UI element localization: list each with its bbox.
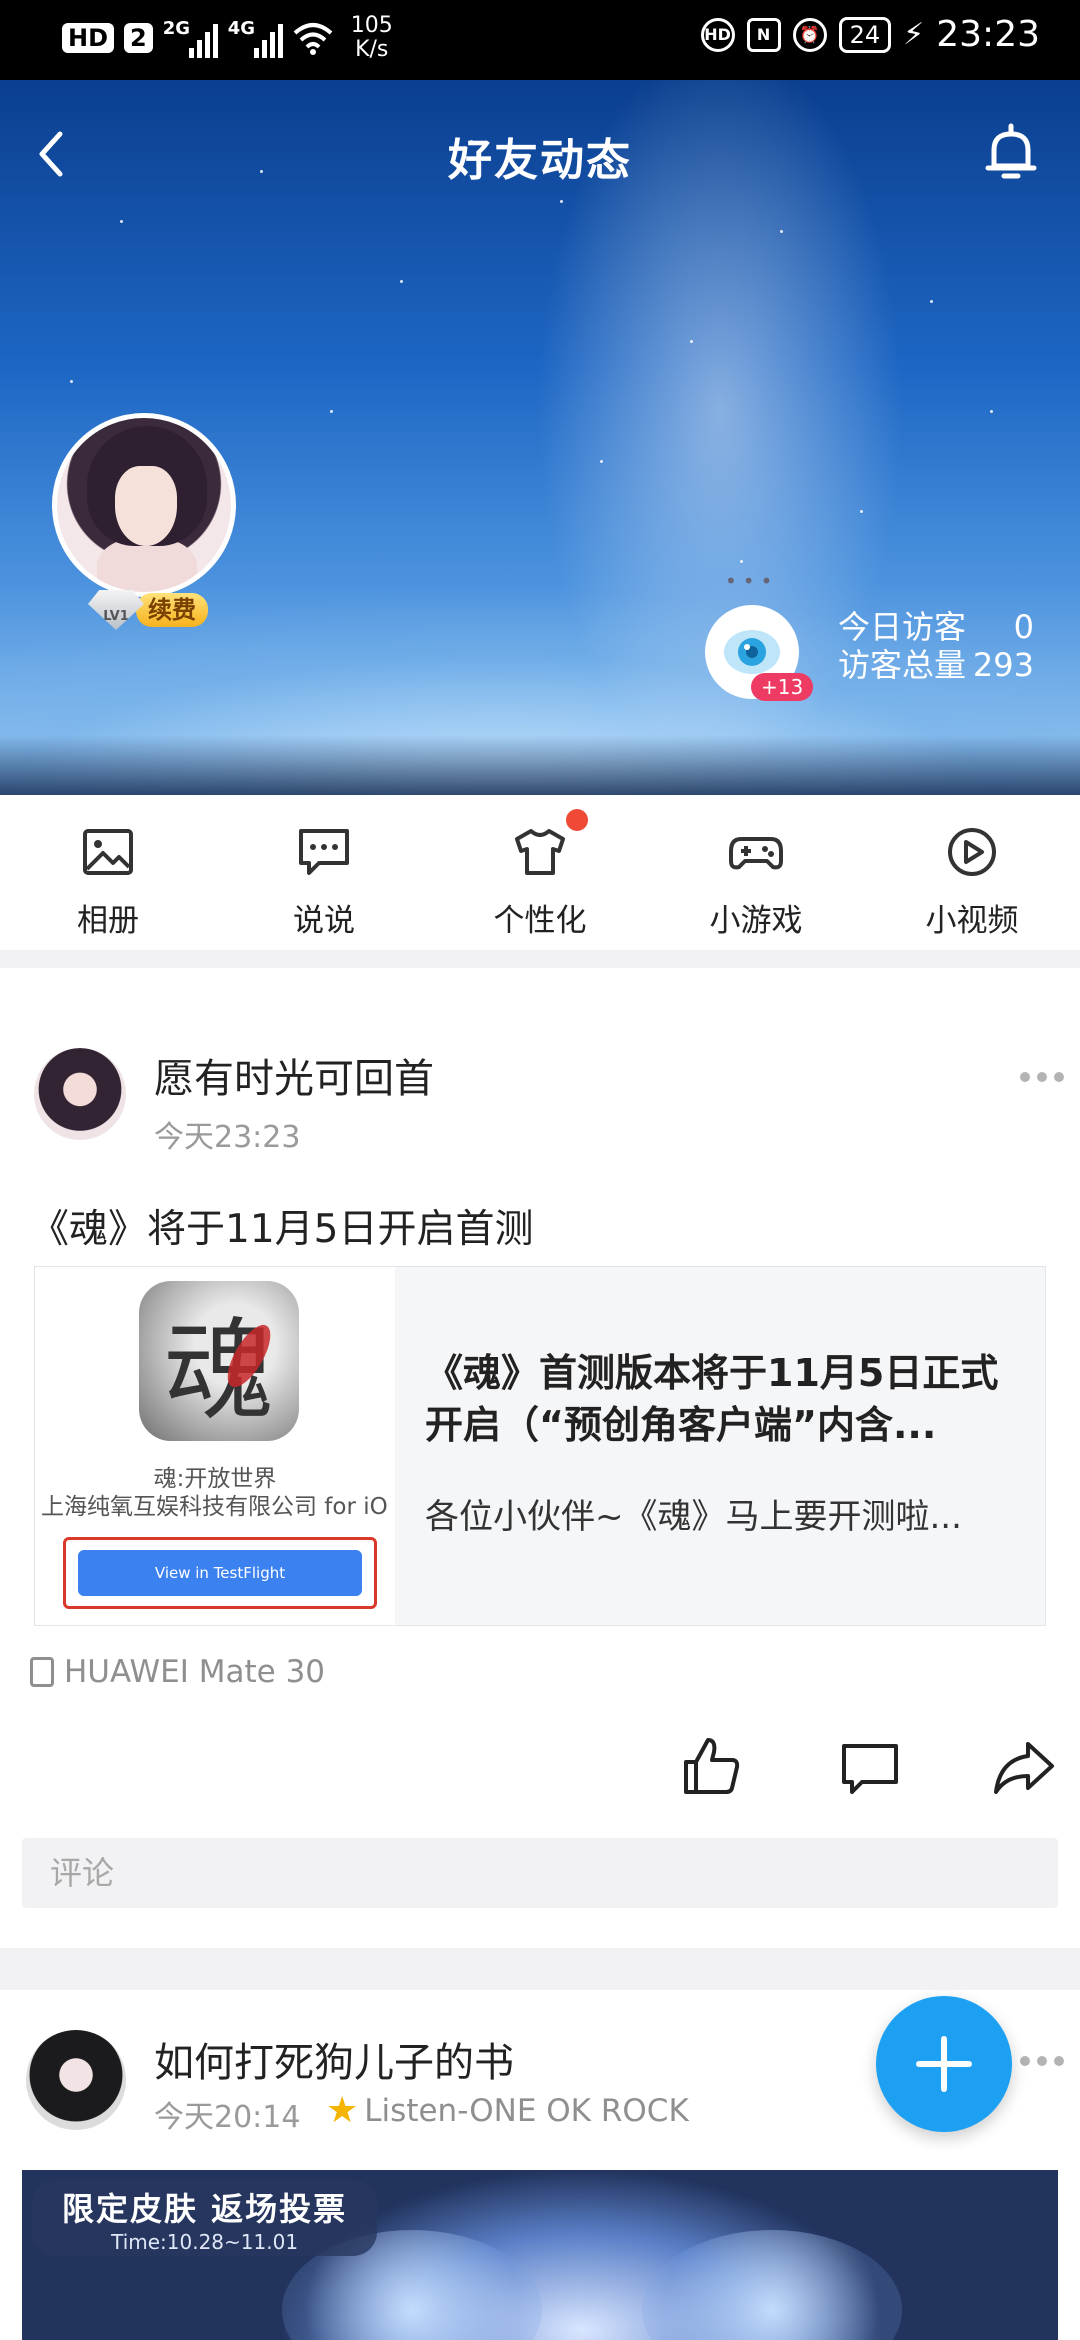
card-thumbnail: 魂 魂:开放世界 上海纯氧互娱科技有限公司 for iO View in Tes… <box>35 1267 395 1625</box>
notification-bell-icon[interactable] <box>976 118 1046 188</box>
section-divider <box>0 950 1080 968</box>
post-author-name[interactable]: 如何打死狗儿子的书 <box>154 2030 514 2088</box>
level-text: LV1 <box>103 609 129 624</box>
wifi-icon <box>293 23 333 55</box>
clock: 23:23 <box>936 14 1040 55</box>
signal-2g-icon: 2G <box>163 18 218 58</box>
post-text: 《魂》将于11月5日开启首测 <box>30 1207 534 1252</box>
net-speed-unit: K/s <box>355 37 389 62</box>
level-badge[interactable]: LV1 续费 <box>88 590 208 630</box>
message-icon <box>299 829 349 875</box>
device-info: HUAWEI Mate 30 <box>30 1654 325 1690</box>
new-dot-badge <box>566 809 588 831</box>
comment-icon[interactable] <box>838 1736 902 1800</box>
shared-link-card[interactable]: 魂 魂:开放世界 上海纯氧互娱科技有限公司 for iO View in Tes… <box>34 1266 1046 1626</box>
add-post-button[interactable] <box>876 1996 1012 2132</box>
star-icon: ★ <box>326 2090 359 2131</box>
today-visitors-value: 0 <box>1013 608 1034 646</box>
gamepad-icon <box>729 837 783 870</box>
post-author-avatar[interactable] <box>34 1048 126 1140</box>
net-speed: 105 K/s <box>351 14 393 62</box>
hd-badge: HD <box>62 23 115 53</box>
net-2g-label: 2G <box>162 18 191 39</box>
banner-time: Time:10.28~11.01 <box>111 2230 299 2254</box>
more-options-icon[interactable] <box>1020 1072 1064 1086</box>
app-company: 上海纯氧互娱科技有限公司 for iO <box>41 1494 388 1520</box>
net-speed-value: 105 <box>350 13 393 38</box>
visitor-dots: ••• <box>725 569 779 593</box>
battery-icon: 24 <box>838 16 892 53</box>
device-name: HUAWEI Mate 30 <box>64 1654 326 1690</box>
status-right: HD N ⏰ 24 ⚡ 23:23 <box>700 14 1040 55</box>
feature-shortvideo[interactable]: 小视频 <box>864 795 1080 950</box>
card-description: 各位小伙伴~《魂》马上要开测啦... <box>425 1497 962 1537</box>
feature-label: 相册 <box>77 903 139 939</box>
hd-call-icon: HD <box>700 17 735 52</box>
banner-label: 限定皮肤 返场投票 Time:10.28~11.01 <box>32 2180 378 2256</box>
profile-avatar[interactable] <box>52 413 236 597</box>
wing-decoration <box>642 2230 902 2340</box>
status-left: HD 2 2G 4G 105 K/s <box>62 14 393 62</box>
signal-4g-icon: 4G <box>228 18 283 58</box>
page-title: 好友动态 <box>448 135 632 186</box>
post-author-name[interactable]: 愿有时光可回首 <box>154 1046 434 1104</box>
today-visitors-label: 今日访客 <box>838 608 967 646</box>
feature-label: 小游戏 <box>709 903 803 939</box>
music-name: Listen-ONE OK ROCK <box>364 2092 689 2129</box>
music-tag[interactable]: ★ Listen-ONE OK ROCK <box>326 2090 689 2131</box>
post-time: 今天23:23 <box>154 1120 301 1155</box>
testflight-button: View in TestFlight <box>78 1550 362 1596</box>
feature-label: 说说 <box>293 903 355 939</box>
section-divider <box>0 1948 1080 1990</box>
status-bar: HD 2 2G 4G 105 K/s HD N ⏰ 24 ⚡ 23:23 <box>0 0 1080 80</box>
sim-badge: 2 <box>124 23 153 53</box>
highlight-box: View in TestFlight <box>63 1537 377 1609</box>
renew-label: 续费 <box>136 593 208 627</box>
diamond-level-icon: LV1 <box>88 590 144 630</box>
net-4g-label: 4G <box>227 18 256 39</box>
total-visitors-value: 293 <box>972 646 1034 684</box>
charging-icon: ⚡ <box>903 17 925 52</box>
feature-minigame[interactable]: 小游戏 <box>648 795 864 950</box>
post-author-avatar[interactable] <box>26 2030 126 2130</box>
alarm-icon: ⏰ <box>792 17 827 52</box>
phone-icon <box>30 1657 54 1687</box>
feature-personalize[interactable]: 个性化 <box>432 795 648 950</box>
visitor-stats[interactable]: 今日访客 0 访客总量 293 <box>838 608 1034 684</box>
visitor-new-badge: +13 <box>751 673 814 701</box>
feature-shuoshuo[interactable]: 说说 <box>216 795 432 950</box>
mountain-silhouette <box>0 735 1080 795</box>
album-icon <box>83 829 133 875</box>
share-icon[interactable] <box>992 1736 1056 1800</box>
comment-input[interactable]: 评论 <box>22 1838 1058 1908</box>
like-thumb-icon[interactable] <box>680 1734 744 1798</box>
more-options-icon[interactable] <box>1020 2056 1064 2070</box>
visitor-button[interactable]: ••• +13 <box>705 569 814 701</box>
feature-row: 相册 说说 个性化 小游戏 小视频 <box>0 795 1080 950</box>
total-visitors-label: 访客总量 <box>838 646 967 684</box>
feature-label: 小视频 <box>925 903 1019 939</box>
post-time: 今天20:14 <box>154 2100 301 2135</box>
card-title: 《魂》首测版本将于11月5日正式开启（“预创角客户端”内含... <box>425 1351 999 1447</box>
video-play-icon <box>948 828 996 876</box>
banner-title: 限定皮肤 返场投票 <box>62 2190 348 2228</box>
post-image[interactable]: 限定皮肤 返场投票 Time:10.28~11.01 <box>22 2170 1058 2340</box>
feature-label: 个性化 <box>493 903 587 939</box>
nfc-icon: N <box>746 17 781 52</box>
feature-album[interactable]: 相册 <box>0 795 216 950</box>
app-icon: 魂 <box>139 1281 299 1441</box>
tshirt-icon <box>515 829 565 875</box>
